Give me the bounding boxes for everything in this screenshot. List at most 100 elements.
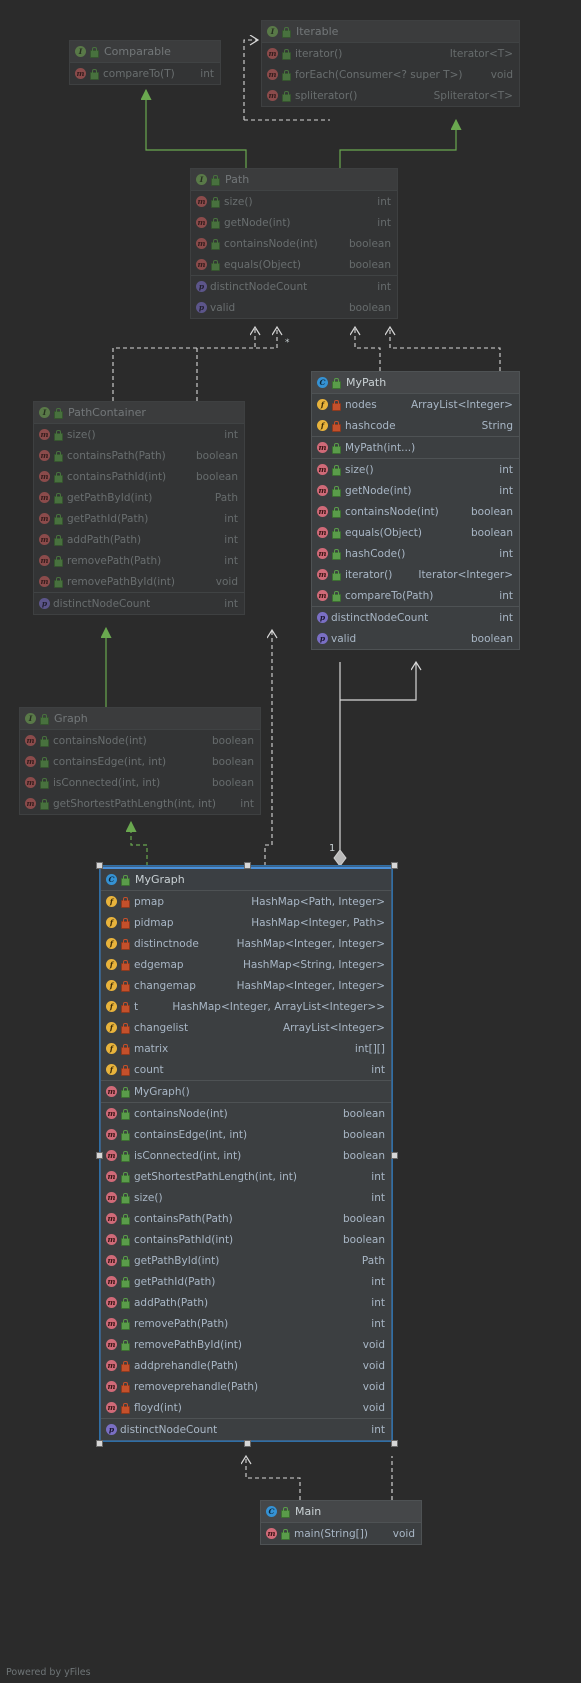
member-row[interactable]: m containsNode(int) boolean [312, 501, 519, 522]
member-row[interactable]: m isConnected(int, int) boolean [101, 1145, 391, 1166]
selection-handle[interactable] [96, 1152, 103, 1159]
member-row[interactable]: f edgemap HashMap<String, Integer> [101, 954, 391, 975]
member-row[interactable]: f matrix int[][] [101, 1038, 391, 1059]
member-row[interactable]: m getPathId(Path) int [101, 1271, 391, 1292]
member-row[interactable]: m getPathById(int) Path [101, 1250, 391, 1271]
member-row[interactable]: m compareTo(Path) int [312, 585, 519, 606]
member-row[interactable]: p distinctNodeCount int [312, 606, 519, 628]
visibility-private-icon [120, 981, 130, 992]
member-row[interactable]: m containsNode(int) boolean [20, 730, 260, 751]
uml-diagram-canvas[interactable]: * I Comparable m compareTo(T) int I Iterable m i… [0, 0, 581, 1683]
member-row[interactable]: m getShortestPathLength(int, int) int [101, 1166, 391, 1187]
member-row[interactable]: m addPath(Path) int [101, 1292, 391, 1313]
method-icon: m [39, 492, 50, 503]
member-row[interactable]: m removePathById(int) void [101, 1334, 391, 1355]
member-row[interactable]: f changelist ArrayList<Integer> [101, 1017, 391, 1038]
member-row[interactable]: m getPathId(Path) int [34, 508, 244, 529]
member-type-label: boolean [349, 237, 391, 250]
visibility-public-icon [210, 218, 220, 229]
member-row[interactable]: m containsEdge(int, int) boolean [101, 1124, 391, 1145]
member-row[interactable]: m hashCode() int [312, 543, 519, 564]
member-row[interactable]: m MyPath(int...) [312, 436, 519, 458]
member-row[interactable]: m isConnected(int, int) boolean [20, 772, 260, 793]
member-type-label: boolean [471, 632, 513, 645]
member-row[interactable]: m getNode(int) int [191, 212, 397, 233]
selection-handle[interactable] [244, 862, 251, 869]
member-row[interactable]: m addprehandle(Path) void [101, 1355, 391, 1376]
member-row[interactable]: f pmap HashMap<Path, Integer> [101, 891, 391, 912]
uml-class-mypath[interactable]: C MyPath f nodes ArrayList<Integer> f hashcode… [311, 371, 520, 650]
method-icon: m [25, 756, 36, 767]
class-header-main[interactable]: C Main [261, 1501, 421, 1523]
member-row[interactable]: f distinctnode HashMap<Integer, Integer> [101, 933, 391, 954]
member-row[interactable]: m containsNode(int) boolean [101, 1102, 391, 1124]
class-header-graph[interactable]: I Graph [20, 708, 260, 730]
member-row[interactable]: m equals(Object) boolean [191, 254, 397, 275]
selection-handle[interactable] [244, 1440, 251, 1447]
class-header-path[interactable]: I Path [191, 169, 397, 191]
class-header-mygraph[interactable]: C MyGraph [101, 867, 391, 891]
member-row[interactable]: m removePath(Path) int [34, 550, 244, 571]
uml-class-iterable[interactable]: I Iterable m iterator() Iterator<T> m forEach(… [261, 20, 520, 107]
member-row[interactable]: m equals(Object) boolean [312, 522, 519, 543]
uml-class-graph[interactable]: I Graph m containsNode(int) boolean m contains… [19, 707, 261, 815]
uml-class-main[interactable]: C Main m main(String[]) void [260, 1500, 422, 1545]
class-header-pathcontainer[interactable]: I PathContainer [34, 402, 244, 424]
selection-handle[interactable] [391, 1440, 398, 1447]
member-row[interactable]: m size() int [34, 424, 244, 445]
member-row[interactable]: m iterator() Iterator<Integer> [312, 564, 519, 585]
member-row[interactable]: m MyGraph() [101, 1080, 391, 1102]
member-row[interactable]: m main(String[]) void [261, 1523, 421, 1544]
member-row[interactable]: m containsPath(Path) boolean [34, 445, 244, 466]
class-header-comparable[interactable]: I Comparable [70, 41, 220, 63]
method-icon: m [39, 534, 50, 545]
member-row[interactable]: p distinctNodeCount int [191, 275, 397, 297]
member-row[interactable]: m getPathById(int) Path [34, 487, 244, 508]
member-row[interactable]: m removeprehandle(Path) void [101, 1376, 391, 1397]
member-row[interactable]: m size() int [312, 458, 519, 480]
member-row[interactable]: m iterator() Iterator<T> [262, 43, 519, 64]
member-row[interactable]: m forEach(Consumer<? super T>) void [262, 64, 519, 85]
member-row[interactable]: m size() int [101, 1187, 391, 1208]
member-row[interactable]: m containsPathId(int) boolean [34, 466, 244, 487]
member-row[interactable]: m compareTo(T) int [70, 63, 220, 84]
selection-handle[interactable] [96, 862, 103, 869]
selection-handle[interactable] [96, 1440, 103, 1447]
member-row[interactable]: f hashcode String [312, 415, 519, 436]
visibility-public-icon [39, 799, 49, 810]
member-name-label: spliterator() [295, 89, 358, 102]
method-icon: m [106, 1150, 117, 1161]
member-row[interactable]: p valid boolean [312, 628, 519, 649]
member-row[interactable]: p distinctNodeCount int [34, 592, 244, 614]
member-row[interactable]: m removePath(Path) int [101, 1313, 391, 1334]
member-row[interactable]: m size() int [191, 191, 397, 212]
member-row[interactable]: f t HashMap<Integer, ArrayList<Integer>> [101, 996, 391, 1017]
selection-handle[interactable] [391, 1152, 398, 1159]
member-row[interactable]: m containsEdge(int, int) boolean [20, 751, 260, 772]
uml-class-mygraph[interactable]: C MyGraph f pmap HashMap<Path, Integer> f pidm… [100, 866, 392, 1441]
member-row[interactable]: m containsNode(int) boolean [191, 233, 397, 254]
member-row[interactable]: m floyd(int) void [101, 1397, 391, 1418]
member-row[interactable]: m spliterator() Spliterator<T> [262, 85, 519, 106]
member-row[interactable]: m containsPath(Path) boolean [101, 1208, 391, 1229]
member-row[interactable]: m removePathById(int) void [34, 571, 244, 592]
uml-class-path[interactable]: I Path m size() int m getNode(int) int m contains… [190, 168, 398, 319]
member-row[interactable]: f count int [101, 1059, 391, 1080]
member-name-label: removePathById(int) [67, 575, 175, 588]
member-row[interactable]: m addPath(Path) int [34, 529, 244, 550]
class-header-mypath[interactable]: C MyPath [312, 372, 519, 394]
member-row[interactable]: m getShortestPathLength(int, int) int [20, 793, 260, 814]
member-row[interactable]: m containsPathId(int) boolean [101, 1229, 391, 1250]
member-row[interactable]: m getNode(int) int [312, 480, 519, 501]
selection-handle[interactable] [391, 862, 398, 869]
visibility-private-icon [120, 1361, 130, 1372]
member-row[interactable]: p distinctNodeCount int [101, 1418, 391, 1440]
interface-icon: I [25, 713, 36, 724]
uml-class-pathcontainer[interactable]: I PathContainer m size() int m containsPath(Pa… [33, 401, 245, 615]
member-row[interactable]: f nodes ArrayList<Integer> [312, 394, 519, 415]
member-row[interactable]: f changemap HashMap<Integer, Integer> [101, 975, 391, 996]
member-row[interactable]: f pidmap HashMap<Integer, Path> [101, 912, 391, 933]
uml-class-comparable[interactable]: I Comparable m compareTo(T) int [69, 40, 221, 85]
class-header-iterable[interactable]: I Iterable [262, 21, 519, 43]
member-row[interactable]: p valid boolean [191, 297, 397, 318]
